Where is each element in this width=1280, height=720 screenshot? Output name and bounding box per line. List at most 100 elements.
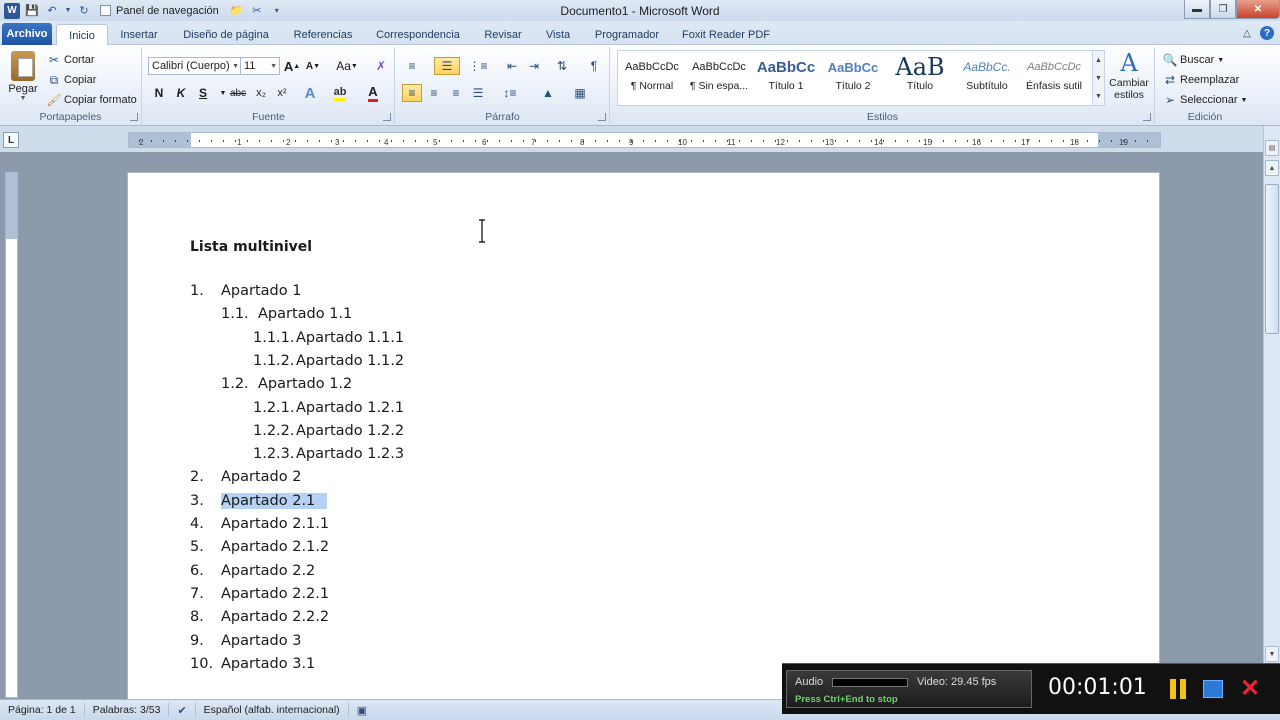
multilevel-list-icon[interactable]: ⋮≡ [468, 57, 488, 75]
increase-indent-icon[interactable]: ⇥ [524, 57, 544, 75]
tab-programador[interactable]: Programador [588, 24, 666, 45]
scroll-up-arrow-icon[interactable]: ▲ [1265, 160, 1279, 176]
strikethrough-button[interactable]: abc [226, 84, 250, 102]
font-color-icon[interactable]: A [363, 84, 383, 102]
cut-button[interactable]: ✂ Cortar [46, 52, 95, 68]
style-normal[interactable]: AaBbCcDc ¶ Normal [619, 54, 685, 102]
tab-vista[interactable]: Vista [538, 24, 578, 45]
more-styles-icon[interactable]: ▼ [1095, 93, 1102, 100]
align-left-icon[interactable]: ≡ [402, 84, 422, 102]
save-icon[interactable]: 💾 [24, 3, 40, 19]
tab-inicio[interactable]: Inicio [56, 24, 108, 46]
redo-icon[interactable]: ↻ [76, 3, 92, 19]
decrease-indent-icon[interactable]: ⇤ [502, 57, 522, 75]
styles-launcher-icon[interactable] [1143, 113, 1151, 121]
clear-format-icon[interactable]: ✗ [371, 57, 391, 75]
borders-icon[interactable]: ▦ [570, 84, 590, 102]
scroll-down-arrow-icon[interactable]: ▼ [1265, 646, 1279, 662]
page-indicator[interactable]: Página: 1 de 1 [0, 703, 85, 717]
horizontal-ruler[interactable]: 1212345678910111213141516171819 [128, 132, 1161, 148]
language-indicator[interactable]: Español (alfab. internacional) [196, 703, 349, 717]
align-right-icon[interactable]: ≡ [446, 84, 466, 102]
macro-record-icon[interactable]: ▣ [349, 703, 375, 717]
vertical-scrollbar[interactable]: ▤ ▲ ▼ ▲ [1263, 126, 1280, 700]
undo-icon[interactable]: ↶ [44, 3, 60, 19]
tab-correspondencia[interactable]: Correspondencia [370, 24, 466, 45]
list-item[interactable]: 1.1.2. Apartado 1.1.2 [253, 353, 404, 369]
word-count[interactable]: Palabras: 3/53 [85, 703, 170, 717]
underline-button[interactable]: S [193, 84, 213, 102]
tab-referencias[interactable]: Referencias [286, 24, 360, 45]
list-item[interactable]: 3. Apartado 2.1 [190, 492, 328, 509]
bullets-icon[interactable]: ≡ [402, 57, 422, 75]
list-item[interactable]: 5. Apartado 2.1.2 [190, 539, 329, 555]
list-item[interactable]: 4. Apartado 2.1.1 [190, 516, 329, 532]
cut-qa-icon[interactable]: ✂ [249, 3, 265, 19]
change-styles-button[interactable]: A Cambiar estilos [1106, 49, 1152, 101]
font-launcher-icon[interactable] [383, 113, 391, 121]
multilevel-numbering-icon[interactable]: ☰ [434, 57, 460, 75]
pause-recording-button[interactable] [1165, 676, 1191, 702]
dropdown-arrow-icon[interactable]: ▼ [64, 3, 72, 19]
list-item[interactable]: 1.1. Apartado 1.1 [221, 306, 352, 322]
show-marks-icon[interactable]: ¶ [584, 57, 604, 75]
proofing-icon[interactable]: ✔ [169, 703, 196, 717]
list-item[interactable]: 2. Apartado 2 [190, 469, 301, 485]
style-sin-espaciado[interactable]: AaBbCcDc ¶ Sin espa... [686, 54, 752, 102]
superscript-button[interactable]: x² [272, 84, 292, 102]
tab-revisar[interactable]: Revisar [476, 24, 530, 45]
help-icon[interactable]: ? [1260, 26, 1274, 40]
bold-button[interactable]: N [149, 84, 169, 102]
copy-button[interactable]: ⧉ Copiar [46, 72, 97, 88]
highlight-icon[interactable]: ab [330, 84, 350, 102]
open-folder-icon[interactable]: 📁 [229, 3, 245, 19]
shading-icon[interactable]: ▲ [538, 84, 558, 102]
nav-pane-checkbox[interactable] [100, 5, 111, 16]
list-item[interactable]: 1.2.3. Apartado 1.2.3 [253, 446, 404, 462]
italic-button[interactable]: K [171, 84, 191, 102]
shrink-font-button[interactable]: A ▼ [303, 57, 323, 75]
text-effects-icon[interactable]: A [300, 84, 320, 102]
grow-font-button[interactable]: A ▲ [282, 57, 302, 75]
paragraph-launcher-icon[interactable] [598, 113, 606, 121]
clipboard-launcher-icon[interactable] [130, 113, 138, 121]
change-case-button[interactable]: Aa ▼ [333, 57, 361, 75]
customize-qa-icon[interactable]: ▾ [269, 3, 285, 19]
tab-selector[interactable]: L [3, 132, 19, 148]
scroll-thumb[interactable] [1265, 184, 1279, 334]
word-app-icon[interactable]: W [4, 2, 20, 19]
find-button[interactable]: 🔍 Buscar ▼ [1162, 52, 1225, 68]
tab-archivo[interactable]: Archivo [2, 23, 52, 45]
list-item[interactable]: 7. Apartado 2.2.1 [190, 586, 329, 602]
replace-button[interactable]: ⇄ Reemplazar [1162, 72, 1239, 88]
list-item[interactable]: 6. Apartado 2.2 [190, 563, 315, 579]
font-name-combo[interactable]: Calibri (Cuerpo) ▼ [148, 57, 242, 75]
vertical-ruler[interactable] [5, 172, 18, 698]
tab-diseno-pagina[interactable]: Diseño de página [176, 24, 276, 45]
cancel-recording-button[interactable]: ✕ [1237, 676, 1263, 702]
styles-scroll[interactable]: ▲ ▼ ▼ [1092, 51, 1104, 105]
align-center-icon[interactable]: ≡ [424, 84, 444, 102]
scroll-up-icon[interactable]: ▲ [1095, 57, 1102, 64]
list-item[interactable]: 1.2. Apartado 1.2 [221, 376, 352, 392]
sort-icon[interactable]: ⇅ [552, 57, 572, 75]
list-item[interactable]: 1.2.1. Apartado 1.2.1 [253, 400, 404, 416]
minimize-ribbon-icon[interactable]: △ [1240, 26, 1254, 40]
style-titulo-2[interactable]: AaBbCc Título 2 [820, 54, 886, 102]
list-item[interactable]: 8. Apartado 2.2.2 [190, 609, 329, 625]
style-enfasis-sutil[interactable]: AaBbCcDc Énfasis sutil [1021, 54, 1087, 102]
minimize-button[interactable]: ▬ [1184, 0, 1210, 19]
tab-foxit[interactable]: Foxit Reader PDF [676, 24, 776, 45]
close-window-button[interactable]: ✕ [1236, 0, 1280, 19]
style-titulo[interactable]: AaB Título [887, 54, 953, 102]
list-item[interactable]: 1. Apartado 1 [190, 283, 301, 299]
justify-icon[interactable]: ☰ [468, 84, 488, 102]
paste-button[interactable]: Pegar ▼ [6, 51, 40, 102]
style-subtitulo[interactable]: AaBbCc. Subtítulo [954, 54, 1020, 102]
restore-button[interactable]: ❐ [1210, 0, 1236, 19]
document-page[interactable]: Lista multinivel 1. Apartado 1 1.1. Apartad… [128, 173, 1159, 703]
scroll-down-icon[interactable]: ▼ [1095, 75, 1102, 82]
subscript-button[interactable]: x₂ [251, 84, 271, 102]
tab-insertar[interactable]: Insertar [112, 24, 166, 45]
stop-recording-button[interactable] [1200, 676, 1226, 702]
